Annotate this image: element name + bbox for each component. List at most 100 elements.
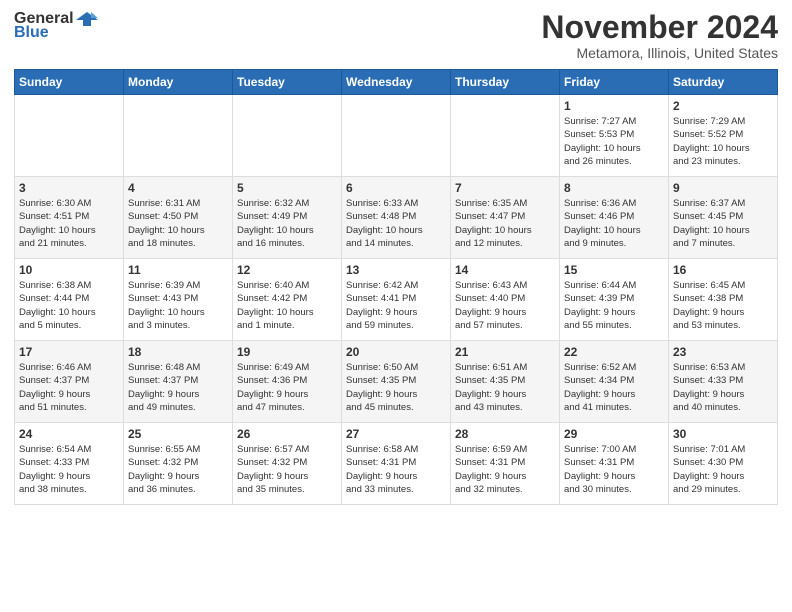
day-info: Sunrise: 6:52 AM Sunset: 4:34 PM Dayligh… [564,361,664,414]
calendar-cell: 16 Sunrise: 6:45 AM Sunset: 4:38 PM Dayli… [669,259,778,341]
calendar-cell: 23 Sunrise: 6:53 AM Sunset: 4:33 PM Dayli… [669,341,778,423]
calendar-cell: 21 Sunrise: 6:51 AM Sunset: 4:35 PM Dayli… [451,341,560,423]
day-number: 18 [128,345,228,359]
calendar-cell [15,95,124,177]
day-info: Sunrise: 6:49 AM Sunset: 4:36 PM Dayligh… [237,361,337,414]
calendar-cell: 12Sunrise: 6:40 AM Sunset: 4:42 PM Dayli… [233,259,342,341]
day-number: 4 [128,181,228,195]
calendar-cell: 2Sunrise: 7:29 AM Sunset: 5:52 PM Daylig… [669,95,778,177]
calendar-cell: 30 Sunrise: 7:01 AM Sunset: 4:30 PM Dayli… [669,423,778,505]
day-info: Sunrise: 6:58 AM Sunset: 4:31 PM Dayligh… [346,443,446,496]
col-header-monday: Monday [124,70,233,95]
day-info: Sunrise: 6:45 AM Sunset: 4:38 PM Dayligh… [673,279,773,332]
col-header-friday: Friday [560,70,669,95]
day-number: 6 [346,181,446,195]
day-info: Sunrise: 6:54 AM Sunset: 4:33 PM Dayligh… [19,443,119,496]
calendar-cell: 11Sunrise: 6:39 AM Sunset: 4:43 PM Dayli… [124,259,233,341]
calendar-cell: 14 Sunrise: 6:43 AM Sunset: 4:40 PM Dayli… [451,259,560,341]
day-number: 30 [673,427,773,441]
day-number: 23 [673,345,773,359]
day-info: Sunrise: 7:01 AM Sunset: 4:30 PM Dayligh… [673,443,773,496]
day-info: Sunrise: 6:36 AM Sunset: 4:46 PM Dayligh… [564,197,664,250]
day-info: Sunrise: 6:42 AM Sunset: 4:41 PM Dayligh… [346,279,446,332]
col-header-sunday: Sunday [15,70,124,95]
day-number: 16 [673,263,773,277]
calendar-cell: 29 Sunrise: 7:00 AM Sunset: 4:31 PM Dayli… [560,423,669,505]
day-number: 9 [673,181,773,195]
day-info: Sunrise: 6:35 AM Sunset: 4:47 PM Dayligh… [455,197,555,250]
logo-text-blue: Blue [14,24,49,42]
day-number: 25 [128,427,228,441]
calendar-cell: 26 Sunrise: 6:57 AM Sunset: 4:32 PM Dayli… [233,423,342,505]
day-info: Sunrise: 6:53 AM Sunset: 4:33 PM Dayligh… [673,361,773,414]
calendar-week-row: 10 Sunrise: 6:38 AM Sunset: 4:44 PM Dayli… [15,259,778,341]
calendar-week-row: 1 Sunrise: 7:27 AM Sunset: 5:53 PM Daylig… [15,95,778,177]
day-number: 10 [19,263,119,277]
day-info: Sunrise: 6:59 AM Sunset: 4:31 PM Dayligh… [455,443,555,496]
calendar-cell: 9 Sunrise: 6:37 AM Sunset: 4:45 PM Daylig… [669,177,778,259]
page-header: General Blue November 2024 Metamora, Ill… [14,10,778,61]
day-info: Sunrise: 6:38 AM Sunset: 4:44 PM Dayligh… [19,279,119,332]
day-number: 24 [19,427,119,441]
calendar-cell: 10 Sunrise: 6:38 AM Sunset: 4:44 PM Dayli… [15,259,124,341]
day-info: Sunrise: 6:57 AM Sunset: 4:32 PM Dayligh… [237,443,337,496]
calendar-cell: 8 Sunrise: 6:36 AM Sunset: 4:46 PM Daylig… [560,177,669,259]
day-info: Sunrise: 6:51 AM Sunset: 4:35 PM Dayligh… [455,361,555,414]
location-subtitle: Metamora, Illinois, United States [541,45,778,61]
day-number: 29 [564,427,664,441]
col-header-tuesday: Tuesday [233,70,342,95]
logo: General Blue [14,10,98,42]
calendar-cell: 4 Sunrise: 6:31 AM Sunset: 4:50 PM Daylig… [124,177,233,259]
calendar-cell: 5Sunrise: 6:32 AM Sunset: 4:49 PM Daylig… [233,177,342,259]
calendar-cell: 27 Sunrise: 6:58 AM Sunset: 4:31 PM Dayli… [342,423,451,505]
day-number: 21 [455,345,555,359]
day-info: Sunrise: 7:27 AM Sunset: 5:53 PM Dayligh… [564,115,664,168]
day-info: Sunrise: 6:32 AM Sunset: 4:49 PM Dayligh… [237,197,337,250]
day-number: 22 [564,345,664,359]
day-info: Sunrise: 6:33 AM Sunset: 4:48 PM Dayligh… [346,197,446,250]
calendar-cell: 28 Sunrise: 6:59 AM Sunset: 4:31 PM Dayli… [451,423,560,505]
day-number: 1 [564,99,664,113]
calendar-cell: 18 Sunrise: 6:48 AM Sunset: 4:37 PM Dayli… [124,341,233,423]
day-number: 13 [346,263,446,277]
day-info: Sunrise: 6:31 AM Sunset: 4:50 PM Dayligh… [128,197,228,250]
day-number: 8 [564,181,664,195]
day-number: 14 [455,263,555,277]
day-number: 15 [564,263,664,277]
col-header-saturday: Saturday [669,70,778,95]
calendar-week-row: 24 Sunrise: 6:54 AM Sunset: 4:33 PM Dayli… [15,423,778,505]
calendar-cell: 13 Sunrise: 6:42 AM Sunset: 4:41 PM Dayli… [342,259,451,341]
calendar-cell [233,95,342,177]
day-info: Sunrise: 6:44 AM Sunset: 4:39 PM Dayligh… [564,279,664,332]
calendar-cell: 19 Sunrise: 6:49 AM Sunset: 4:36 PM Dayli… [233,341,342,423]
calendar-cell: 17 Sunrise: 6:46 AM Sunset: 4:37 PM Dayli… [15,341,124,423]
day-info: Sunrise: 6:37 AM Sunset: 4:45 PM Dayligh… [673,197,773,250]
calendar-cell: 20Sunrise: 6:50 AM Sunset: 4:35 PM Dayli… [342,341,451,423]
day-number: 7 [455,181,555,195]
day-info: Sunrise: 6:50 AM Sunset: 4:35 PM Dayligh… [346,361,446,414]
day-info: Sunrise: 6:43 AM Sunset: 4:40 PM Dayligh… [455,279,555,332]
day-info: Sunrise: 7:00 AM Sunset: 4:31 PM Dayligh… [564,443,664,496]
calendar-cell: 3Sunrise: 6:30 AM Sunset: 4:51 PM Daylig… [15,177,124,259]
day-number: 19 [237,345,337,359]
calendar-cell: 7 Sunrise: 6:35 AM Sunset: 4:47 PM Daylig… [451,177,560,259]
col-header-wednesday: Wednesday [342,70,451,95]
day-info: Sunrise: 6:48 AM Sunset: 4:37 PM Dayligh… [128,361,228,414]
page-container: General Blue November 2024 Metamora, Ill… [0,0,792,612]
calendar-week-row: 17 Sunrise: 6:46 AM Sunset: 4:37 PM Dayli… [15,341,778,423]
month-title: November 2024 [541,10,778,45]
calendar-cell: 6 Sunrise: 6:33 AM Sunset: 4:48 PM Daylig… [342,177,451,259]
logo-bird-icon [76,10,98,28]
day-info: Sunrise: 6:46 AM Sunset: 4:37 PM Dayligh… [19,361,119,414]
day-number: 28 [455,427,555,441]
day-number: 2 [673,99,773,113]
day-info: Sunrise: 6:55 AM Sunset: 4:32 PM Dayligh… [128,443,228,496]
calendar-week-row: 3Sunrise: 6:30 AM Sunset: 4:51 PM Daylig… [15,177,778,259]
calendar-cell: 24 Sunrise: 6:54 AM Sunset: 4:33 PM Dayli… [15,423,124,505]
title-section: November 2024 Metamora, Illinois, United… [541,10,778,61]
day-number: 27 [346,427,446,441]
day-number: 17 [19,345,119,359]
day-number: 26 [237,427,337,441]
calendar-cell: 15 Sunrise: 6:44 AM Sunset: 4:39 PM Dayli… [560,259,669,341]
col-header-thursday: Thursday [451,70,560,95]
